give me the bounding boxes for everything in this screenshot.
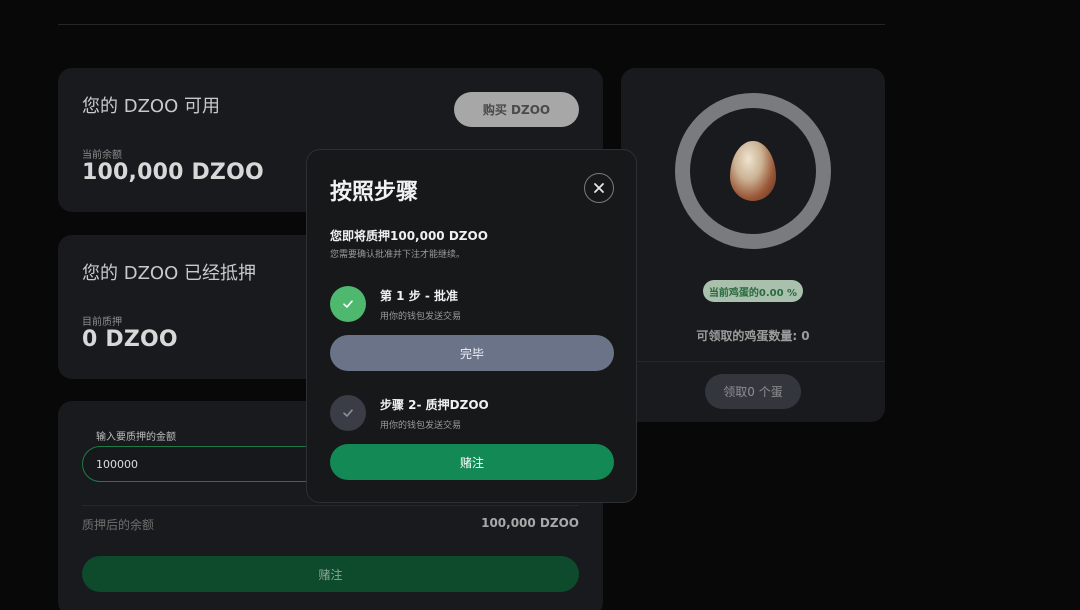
step2-title: 步骤 2- 质押DZOO [380, 398, 489, 412]
step1-subtitle: 用你的钱包发送交易 [380, 312, 462, 322]
modal-subheading: 您需要确认批准并下注才能继续。 [330, 250, 466, 260]
available-title: 您的 DZOO 可用 [82, 96, 220, 117]
balance-value: 100,000 DZOO [82, 160, 264, 185]
close-icon [594, 183, 604, 193]
staked-value: 0 DZOO [82, 327, 178, 352]
balance-label: 当前余额 [82, 150, 122, 161]
egg-image [730, 141, 776, 201]
done-button[interactable]: 完毕 [330, 335, 614, 371]
buy-dzoo-button[interactable]: 购买 DZOO [454, 92, 579, 127]
amount-input[interactable] [82, 446, 322, 482]
top-divider [58, 24, 885, 25]
step2-status [330, 395, 366, 431]
staked-title: 您的 DZOO 已经抵押 [82, 263, 256, 284]
bet-button[interactable]: 赌注 [330, 444, 614, 480]
step1-status [330, 286, 366, 322]
step1-title: 第 1 步 - 批准 [380, 289, 459, 303]
egg-percent-badge: 当前鸡蛋的0.00 % [703, 280, 803, 302]
staked-label: 目前质押 [82, 317, 122, 328]
after-balance-label: 质押后的余额 [82, 518, 155, 532]
close-button[interactable] [584, 173, 614, 203]
after-balance-value: 100,000 DZOO [481, 516, 579, 530]
modal-heading: 您即将质押100,000 DZOO [330, 229, 488, 243]
steps-modal: 按照步骤 您即将质押100,000 DZOO 您需要确认批准并下注才能继续。 第… [306, 149, 637, 503]
egg-divider [621, 361, 885, 362]
stake-divider [82, 505, 579, 506]
egg-progress-ring [675, 93, 831, 249]
amount-input-label: 输入要质押的金额 [96, 432, 176, 443]
stake-button[interactable]: 赌注 [82, 556, 579, 592]
check-icon [343, 409, 353, 417]
claimable-eggs-count: 可领取的鸡蛋数量: 0 [696, 329, 810, 343]
check-icon [343, 300, 353, 308]
step2-subtitle: 用你的钱包发送交易 [380, 421, 462, 431]
modal-title: 按照步骤 [330, 180, 419, 205]
egg-card: 当前鸡蛋的0.00 % 可领取的鸡蛋数量: 0 领取0 个蛋 [621, 68, 885, 422]
claim-eggs-button[interactable]: 领取0 个蛋 [705, 374, 801, 409]
